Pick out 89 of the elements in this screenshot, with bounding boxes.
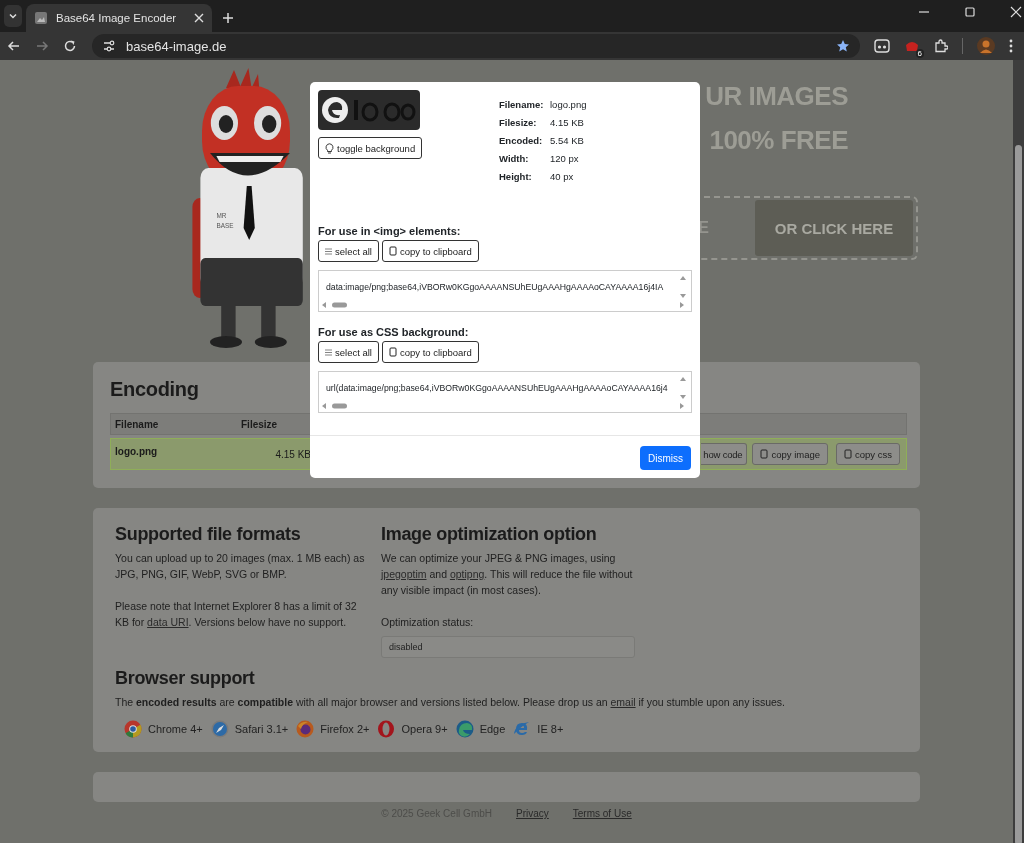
copy-icon: [844, 449, 853, 459]
tab-title: Base64 Image Encoder: [56, 12, 178, 24]
edge-icon: [455, 720, 474, 738]
code-textarea[interactable]: data:image/png;base64,iVBORw0KGgoAAAANSUhEUgAAAHgAAAAoCAYAAAA16j4IA: [318, 270, 692, 312]
dismiss-button[interactable]: Dismiss: [640, 446, 691, 470]
close-icon[interactable]: [194, 13, 204, 23]
row-action-button[interactable]: copy image: [752, 443, 829, 465]
paragraph: Please note that Internet Explorer 8 has a limit of 32 KB for data URI. Versions below have no support.: [115, 599, 358, 630]
column-header: Filename: [114, 418, 160, 430]
select-all-button[interactable]: select all: [318, 341, 379, 363]
scroll-arrows-icon[interactable]: [679, 274, 687, 300]
paragraph: The encoded results are compatible with all major browser and versions listed below. Please drop us an email if you stumble upon any issues.: [115, 695, 786, 710]
code-heading: For use as CSS background:: [318, 326, 470, 338]
code-text: url(data:image/png;base64,iVBORw0KGgoAAAANSUhEUgAAAHgAAAAoCAYAAAA16j4: [326, 383, 669, 393]
browser-name: Opera 9+: [401, 723, 448, 735]
info-label: Width:: [499, 153, 530, 166]
info-value: logo.png: [550, 99, 587, 112]
browser-name: Safari 3.1+: [234, 723, 289, 735]
copy-icon: [760, 449, 769, 459]
url-text: base64-image.de: [126, 38, 228, 54]
browser-tab[interactable]: Base64 Image Encoder: [26, 4, 212, 32]
avatar-icon[interactable]: [977, 37, 995, 55]
image-icon: [34, 11, 48, 25]
paragraph: You can upload up to 20 images (max. 1 MB each) as JPG, PNG, GIF, WebP, SVG or BMP.: [115, 551, 366, 582]
copy-button[interactable]: copy to clipboard: [381, 341, 479, 363]
close-icon[interactable]: [1010, 6, 1022, 18]
paragraph: We can optimize your JPEG & PNG images, using jpegoptim and optipng. This will reduce the file without any visible impact (in most cases).: [381, 551, 634, 598]
footer-link[interactable]: Terms of Use: [572, 808, 632, 819]
link[interactable]: email: [610, 696, 636, 708]
site-settings-icon[interactable]: [102, 39, 116, 53]
forward-icon[interactable]: [35, 39, 49, 53]
code-textarea[interactable]: url(data:image/png;base64,iVBORw0KGgoAAAANSUhEUgAAAHgAAAAoCAYAAAA16j4: [318, 371, 692, 413]
info-value: 5.54 KB: [550, 135, 584, 148]
row-action-button[interactable]: copy css: [836, 443, 900, 465]
info-label: Encoded:: [499, 135, 544, 148]
browser-name: IE 8+: [537, 723, 564, 735]
reload-icon[interactable]: [63, 39, 77, 53]
lines-icon: [325, 247, 332, 255]
info-value: 40 px: [550, 171, 574, 184]
scroll-arrows-icon[interactable]: [679, 375, 687, 401]
shirt-label: BASE: [216, 220, 234, 231]
scrollbar-thumb[interactable]: [1015, 145, 1022, 843]
maximize-icon[interactable]: [964, 6, 976, 18]
row-action-button[interactable]: how code: [701, 443, 748, 465]
copy-icon: [388, 246, 397, 256]
table-cell-text: logo.png: [114, 445, 159, 457]
section-title: Supported file formats: [115, 524, 302, 545]
toggle-background-button[interactable]: toggle background: [318, 137, 423, 159]
section-title: Encoding: [110, 378, 199, 401]
info-value: 120 px: [550, 153, 579, 166]
footer-link[interactable]: Privacy: [516, 808, 549, 819]
browser-name: Firefox 2+: [320, 723, 370, 735]
code-text: data:image/png;base64,iVBORw0KGgoAAAANSUhEUgAAAHgAAAAoCAYAAAA16j4IA: [326, 282, 665, 292]
link[interactable]: jpegoptim: [381, 568, 427, 580]
browser-name: Edge: [479, 723, 506, 735]
lines-icon: [325, 348, 332, 356]
info-label: Filename:: [499, 99, 545, 112]
copy-button[interactable]: copy to clipboard: [381, 240, 479, 262]
upload-button[interactable]: OR CLICK HERE: [755, 200, 913, 256]
puzzle-icon[interactable]: [934, 39, 948, 53]
new-tab-icon[interactable]: [222, 12, 234, 24]
field-label: Optimization status:: [381, 615, 475, 630]
info-value: 4.15 KB: [550, 117, 584, 130]
star-icon[interactable]: [836, 39, 850, 53]
chevron-down-icon: [8, 11, 18, 21]
section-title: Image optimization option: [381, 524, 598, 545]
info-label: Filesize:: [499, 117, 538, 130]
copy-icon: [388, 347, 397, 357]
extension-icon[interactable]: [874, 39, 890, 53]
back-icon[interactable]: [7, 39, 21, 53]
notification-badge: 6: [915, 49, 924, 58]
lightbulb-icon: [325, 142, 334, 154]
section-title: Browser support: [115, 668, 256, 689]
column-header: Filesize: [240, 418, 279, 430]
opera-icon: [377, 720, 396, 738]
tab-search-button[interactable]: [4, 5, 22, 27]
status-field[interactable]: disabled: [381, 636, 635, 658]
menu-icon[interactable]: [1009, 39, 1013, 53]
shirt-label: MR: [216, 210, 227, 221]
chrome-icon: [124, 720, 142, 738]
info-label: Height:: [499, 171, 533, 184]
select-all-button[interactable]: select all: [318, 240, 379, 262]
code-heading: For use in <img> elements:: [318, 225, 462, 237]
table-cell-text: 4.15 KB: [274, 448, 311, 460]
browser-name: Chrome 4+: [148, 723, 203, 735]
compass-icon: [210, 720, 229, 738]
firefox-icon: [296, 720, 315, 738]
link[interactable]: data URI: [147, 616, 189, 628]
address-bar[interactable]: base64-image.de: [92, 34, 860, 58]
